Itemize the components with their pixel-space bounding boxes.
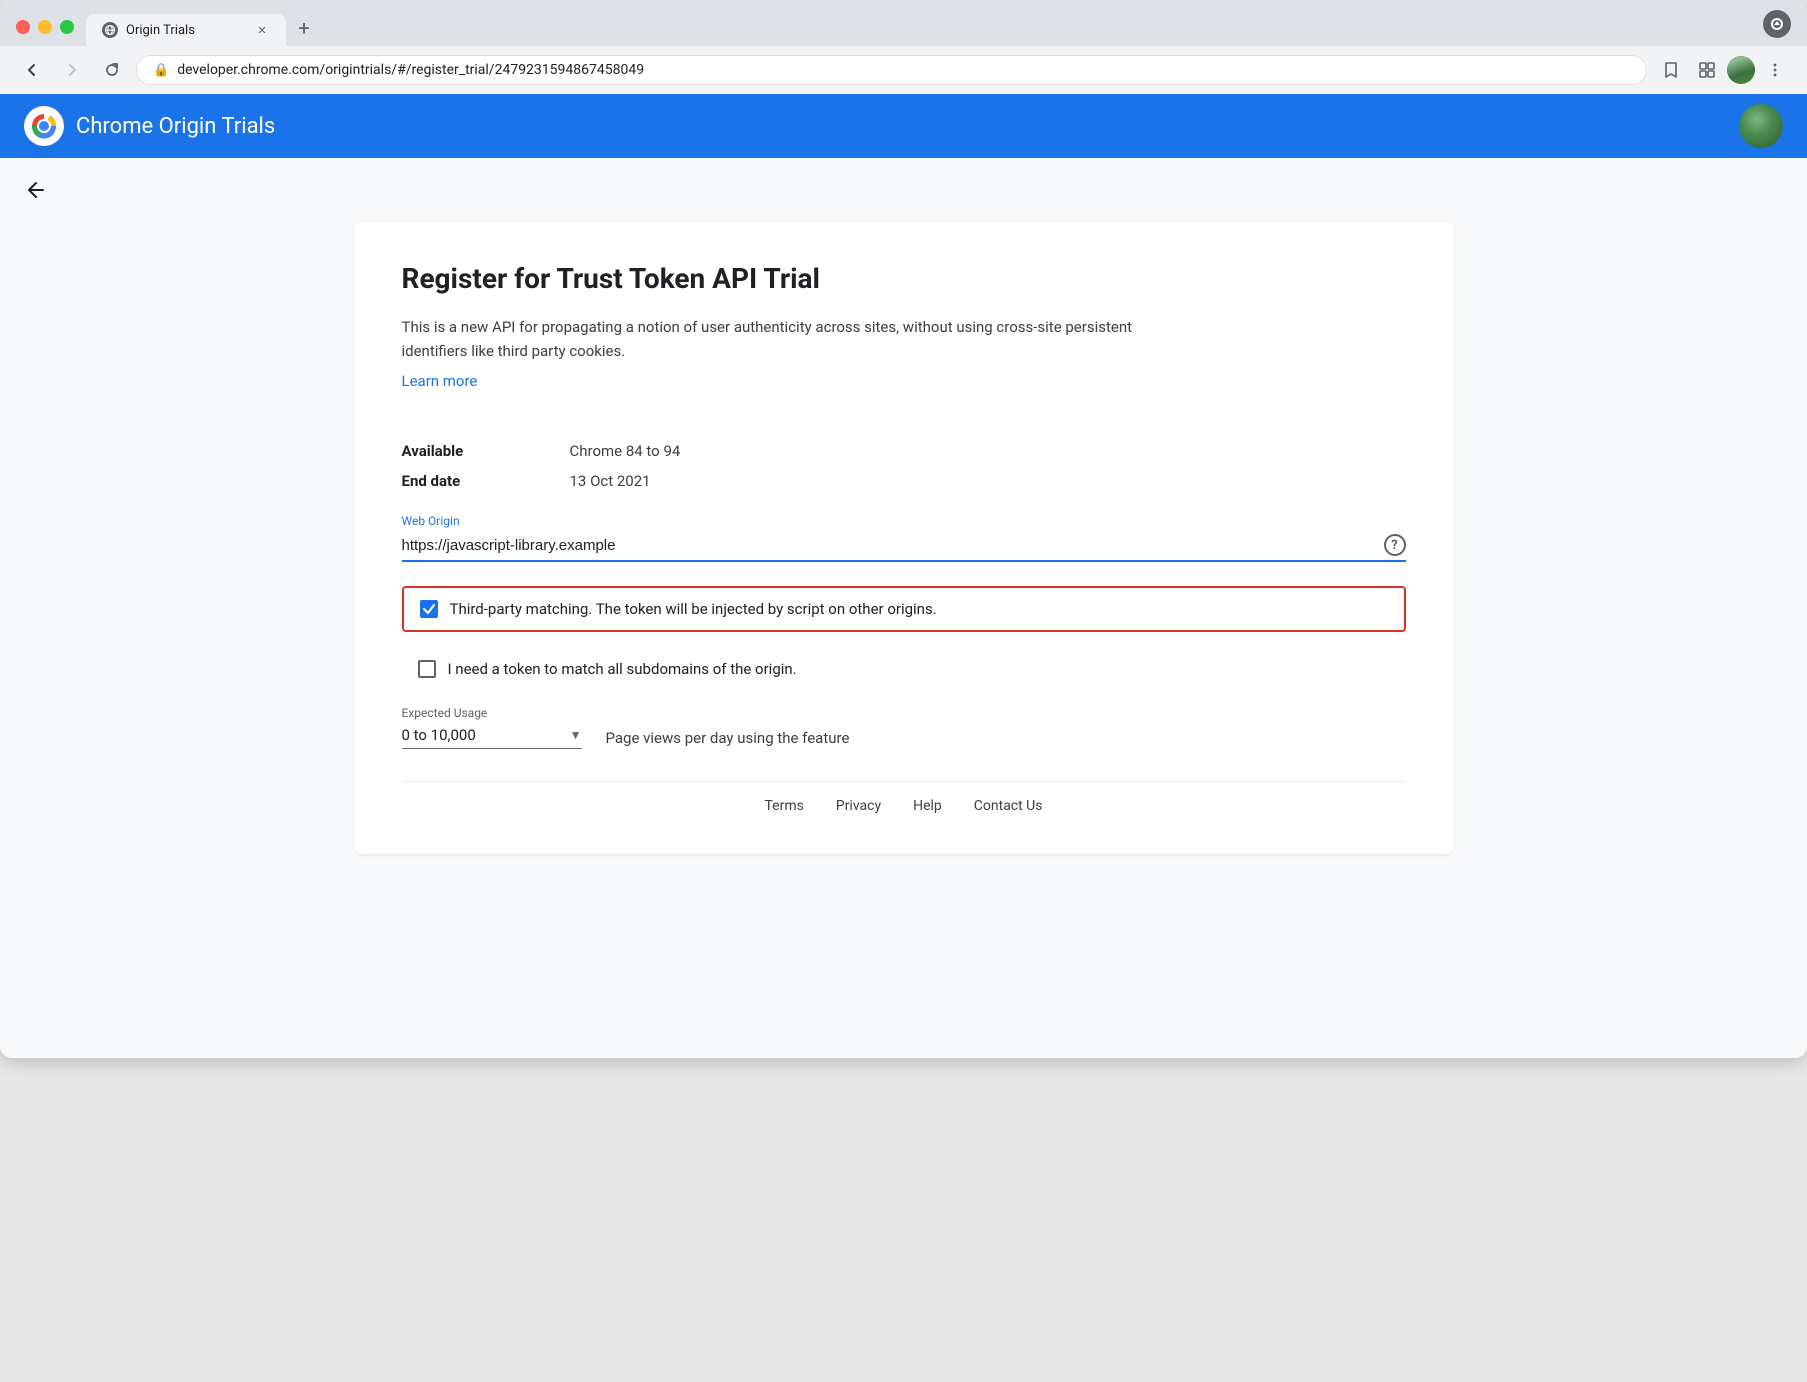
- close-button[interactable]: [16, 20, 30, 34]
- chrome-logo-icon: [24, 106, 64, 146]
- page-back-button[interactable]: [24, 174, 56, 206]
- available-label: Available: [402, 442, 522, 460]
- web-origin-label: Web Origin: [402, 514, 1406, 528]
- minimize-button[interactable]: [38, 20, 52, 34]
- tab-title: Origin Trials: [126, 23, 246, 38]
- lock-icon: 🔒: [153, 63, 169, 78]
- card-description: This is a new API for propagating a noti…: [402, 315, 1182, 363]
- end-date-label: End date: [402, 472, 522, 490]
- card-title: Register for Trust Token API Trial: [402, 262, 1406, 295]
- extensions-button[interactable]: [1691, 54, 1723, 86]
- web-origin-field: Web Origin ?: [402, 514, 1406, 562]
- browser-menu-icon[interactable]: [1763, 10, 1791, 38]
- help-icon[interactable]: ?: [1384, 534, 1406, 556]
- title-bar: Origin Trials ✕ +: [0, 0, 1807, 46]
- web-origin-input-wrapper: ?: [402, 534, 1406, 562]
- page-content: Register for Trust Token API Trial This …: [0, 158, 1807, 1058]
- usage-desc: Page views per day using the feature: [606, 729, 850, 747]
- end-date-value: 13 Oct 2021: [570, 472, 651, 490]
- site-logo-area: Chrome Origin Trials: [24, 106, 275, 146]
- web-origin-input[interactable]: [402, 537, 1384, 554]
- available-row: Available Chrome 84 to 94: [402, 442, 1406, 460]
- address-text: developer.chrome.com/origintrials/#/regi…: [177, 62, 1630, 78]
- terms-link[interactable]: Terms: [765, 798, 804, 814]
- contact-us-link[interactable]: Contact Us: [974, 798, 1043, 814]
- help-link[interactable]: Help: [913, 798, 942, 814]
- forward-nav-button[interactable]: [56, 54, 88, 86]
- usage-label: Expected Usage: [402, 706, 1406, 720]
- active-tab[interactable]: Origin Trials ✕: [86, 14, 286, 46]
- nav-bar: 🔒 developer.chrome.com/origintrials/#/re…: [0, 46, 1807, 94]
- site-title: Chrome Origin Trials: [76, 114, 275, 139]
- usage-dropdown[interactable]: 0 to 10,000 ▼: [402, 726, 582, 749]
- browser-menu-button[interactable]: [1759, 54, 1791, 86]
- registration-card: Register for Trust Token API Trial This …: [354, 222, 1454, 854]
- back-nav-button[interactable]: [16, 54, 48, 86]
- browser-window: Origin Trials ✕ +: [0, 0, 1807, 1058]
- card-footer: Terms Privacy Help Contact Us: [402, 781, 1406, 814]
- tab-globe-icon: [102, 22, 118, 38]
- third-party-label: Third-party matching. The token will be …: [450, 600, 937, 618]
- maximize-button[interactable]: [60, 20, 74, 34]
- tab-close-button[interactable]: ✕: [254, 22, 270, 38]
- traffic-lights: [16, 20, 74, 46]
- third-party-checkbox[interactable]: [420, 600, 438, 618]
- usage-row: 0 to 10,000 ▼ Page views per day using t…: [402, 726, 1406, 749]
- bookmark-button[interactable]: [1655, 54, 1687, 86]
- info-grid: Available Chrome 84 to 94 End date 13 Oc…: [402, 442, 1406, 490]
- available-value: Chrome 84 to 94: [570, 442, 681, 460]
- address-bar[interactable]: 🔒 developer.chrome.com/origintrials/#/re…: [136, 55, 1647, 85]
- learn-more-link[interactable]: Learn more: [402, 372, 478, 390]
- user-avatar-small[interactable]: [1727, 56, 1755, 84]
- reload-button[interactable]: [96, 54, 128, 86]
- third-party-checkbox-row: Third-party matching. The token will be …: [402, 586, 1406, 632]
- nav-actions: [1655, 54, 1791, 86]
- end-date-row: End date 13 Oct 2021: [402, 472, 1406, 490]
- usage-value: 0 to 10,000: [402, 726, 570, 744]
- usage-section: Expected Usage 0 to 10,000 ▼ Page views …: [402, 706, 1406, 749]
- dropdown-arrow-icon: ▼: [570, 728, 582, 742]
- privacy-link[interactable]: Privacy: [836, 798, 881, 814]
- new-tab-button[interactable]: +: [290, 14, 318, 42]
- subdomain-label: I need a token to match all subdomains o…: [448, 660, 797, 678]
- tab-bar: Origin Trials ✕ +: [86, 14, 1763, 46]
- site-header: Chrome Origin Trials: [0, 94, 1807, 158]
- subdomain-checkbox-row: I need a token to match all subdomains o…: [402, 648, 1406, 690]
- subdomain-checkbox[interactable]: [418, 660, 436, 678]
- site-user-avatar[interactable]: [1739, 104, 1783, 148]
